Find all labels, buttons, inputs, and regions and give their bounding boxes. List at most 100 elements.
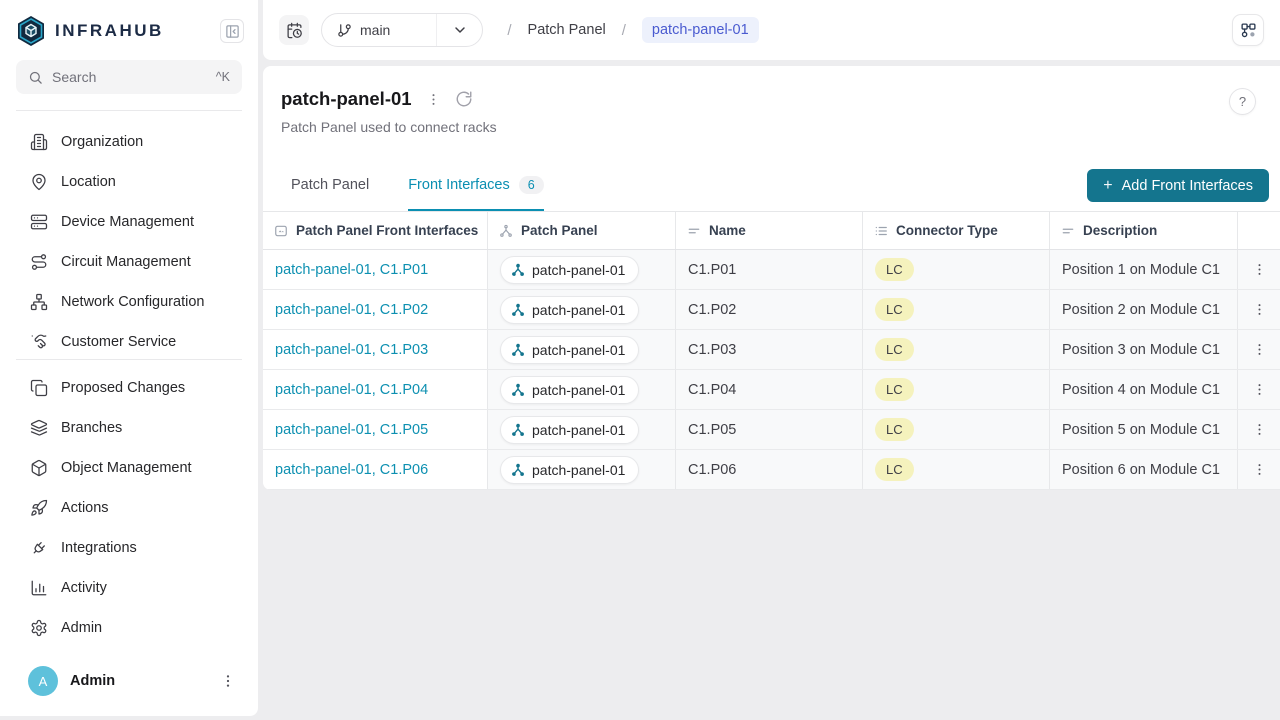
refresh-icon[interactable]: [455, 90, 473, 108]
table-body: patch-panel-01, C1.P01 patch-panel-01 C1…: [263, 250, 1280, 490]
branch-current[interactable]: main: [322, 14, 436, 46]
add-front-interfaces-button[interactable]: + Add Front Interfaces: [1087, 169, 1269, 202]
cell-connector-type: LC: [863, 410, 1050, 449]
help-button[interactable]: ?: [1229, 88, 1256, 115]
cube-icon: [30, 459, 48, 477]
patch-panel-chip-label: patch-panel-01: [532, 382, 625, 398]
sidebar-group-objects: Organization Location Device Management …: [0, 122, 258, 351]
cell-connector-type: LC: [863, 290, 1050, 329]
patch-panel-chip[interactable]: patch-panel-01: [500, 376, 639, 404]
cell-name: C1.P02: [676, 290, 863, 329]
sidebar-item-organization[interactable]: Organization: [0, 122, 258, 162]
cell-connector-type: LC: [863, 330, 1050, 369]
sidebar-item-admin[interactable]: Admin: [0, 608, 258, 648]
front-interface-link[interactable]: patch-panel-01, C1.P04: [275, 382, 428, 398]
sidebar-collapse-button[interactable]: [220, 19, 244, 43]
sidebar-item-label: Customer Service: [61, 334, 176, 350]
tab-front-interfaces[interactable]: Front Interfaces 6: [408, 160, 544, 211]
building-icon: [30, 133, 48, 151]
sidebar-item-device-management[interactable]: Device Management: [0, 202, 258, 242]
bar-chart-icon: [30, 579, 48, 597]
sidebar-item-integrations[interactable]: Integrations: [0, 528, 258, 568]
cell-patch-panel: patch-panel-01: [488, 410, 676, 449]
front-interface-link[interactable]: patch-panel-01, C1.P01: [275, 262, 428, 278]
cell-front-interface: patch-panel-01, C1.P01: [263, 250, 488, 289]
chevron-down-icon: [452, 22, 468, 38]
branch-dropdown-toggle[interactable]: [436, 14, 482, 46]
cell-patch-panel: patch-panel-01: [488, 250, 676, 289]
user-menu[interactable]: A Admin: [0, 654, 258, 716]
layers-icon: [30, 419, 48, 437]
avatar: A: [28, 666, 58, 696]
row-menu-kebab-icon[interactable]: [1252, 422, 1267, 437]
diff-icon: [30, 379, 48, 397]
patch-panel-chip[interactable]: patch-panel-01: [500, 336, 639, 364]
object-header: patch-panel-01 Patch Panel used to conne…: [263, 66, 1280, 160]
plus-icon: +: [1103, 177, 1112, 195]
schema-graph-button[interactable]: [1232, 14, 1264, 46]
cell-description: Position 2 on Module C1: [1050, 290, 1238, 329]
sidebar-item-branches[interactable]: Branches: [0, 408, 258, 448]
branch-selector: main: [321, 13, 483, 47]
front-interface-link[interactable]: patch-panel-01, C1.P06: [275, 462, 428, 478]
panel-collapse-icon: [225, 24, 240, 39]
hierarchy-icon: [511, 303, 525, 317]
column-header-front-interfaces[interactable]: Patch Panel Front Interfaces: [263, 212, 488, 249]
row-menu-kebab-icon[interactable]: [1252, 302, 1267, 317]
sidebar-item-proposed-changes[interactable]: Proposed Changes: [0, 368, 258, 408]
patch-panel-chip[interactable]: patch-panel-01: [500, 456, 639, 484]
front-interface-link[interactable]: patch-panel-01, C1.P05: [275, 422, 428, 438]
sidebar-item-network-configuration[interactable]: Network Configuration: [0, 282, 258, 322]
user-menu-kebab-icon[interactable]: [220, 673, 236, 689]
hierarchy-icon: [511, 463, 525, 477]
sidebar-item-customer-service[interactable]: Customer Service: [0, 322, 258, 351]
user-name: Admin: [70, 673, 208, 689]
row-menu-kebab-icon[interactable]: [1252, 342, 1267, 357]
text-lines-icon: [1061, 224, 1075, 238]
sidebar-item-object-management[interactable]: Object Management: [0, 448, 258, 488]
breadcrumb-item-patch-panel[interactable]: Patch Panel: [528, 22, 606, 38]
table-row: patch-panel-01, C1.P02 patch-panel-01 C1…: [263, 290, 1280, 330]
connector-type-badge: LC: [875, 298, 914, 321]
hierarchy-icon: [511, 383, 525, 397]
patch-panel-chip-label: patch-panel-01: [532, 462, 625, 478]
cell-front-interface: patch-panel-01, C1.P03: [263, 330, 488, 369]
plug-icon: [30, 539, 48, 557]
search-shortcut: ^K: [216, 70, 230, 84]
breadcrumb-item-current[interactable]: patch-panel-01: [642, 17, 759, 43]
tab-patch-panel[interactable]: Patch Panel: [291, 160, 369, 211]
hierarchy-icon: [511, 263, 525, 277]
sidebar-item-circuit-management[interactable]: Circuit Management: [0, 242, 258, 282]
sidebar-item-location[interactable]: Location: [0, 162, 258, 202]
search-input[interactable]: Search ^K: [16, 60, 242, 94]
network-icon: [30, 293, 48, 311]
list-icon: [874, 224, 888, 238]
column-header-patch-panel[interactable]: Patch Panel: [488, 212, 676, 249]
column-header-connector-type[interactable]: Connector Type: [863, 212, 1050, 249]
time-travel-button[interactable]: [279, 15, 309, 45]
sidebar-item-label: Circuit Management: [61, 254, 191, 270]
sidebar-item-label: Device Management: [61, 214, 194, 230]
front-interface-link[interactable]: patch-panel-01, C1.P03: [275, 342, 428, 358]
sidebar-item-activity[interactable]: Activity: [0, 568, 258, 608]
cell-actions: [1238, 410, 1280, 449]
hierarchy-icon: [499, 224, 513, 238]
column-header-name[interactable]: Name: [676, 212, 863, 249]
cell-description: Position 1 on Module C1: [1050, 250, 1238, 289]
object-menu-kebab-icon[interactable]: [426, 92, 441, 107]
column-header-description[interactable]: Description: [1050, 212, 1238, 249]
cell-description: Position 5 on Module C1: [1050, 410, 1238, 449]
table-row: patch-panel-01, C1.P04 patch-panel-01 C1…: [263, 370, 1280, 410]
sidebar-item-actions[interactable]: Actions: [0, 488, 258, 528]
row-menu-kebab-icon[interactable]: [1252, 382, 1267, 397]
patch-panel-chip[interactable]: patch-panel-01: [500, 296, 639, 324]
patch-panel-chip[interactable]: patch-panel-01: [500, 256, 639, 284]
patch-panel-chip[interactable]: patch-panel-01: [500, 416, 639, 444]
row-menu-kebab-icon[interactable]: [1252, 462, 1267, 477]
map-pin-icon: [30, 173, 48, 191]
front-interface-link[interactable]: patch-panel-01, C1.P02: [275, 302, 428, 318]
cell-actions: [1238, 290, 1280, 329]
cell-description: Position 3 on Module C1: [1050, 330, 1238, 369]
row-menu-kebab-icon[interactable]: [1252, 262, 1267, 277]
search-icon: [28, 70, 43, 85]
